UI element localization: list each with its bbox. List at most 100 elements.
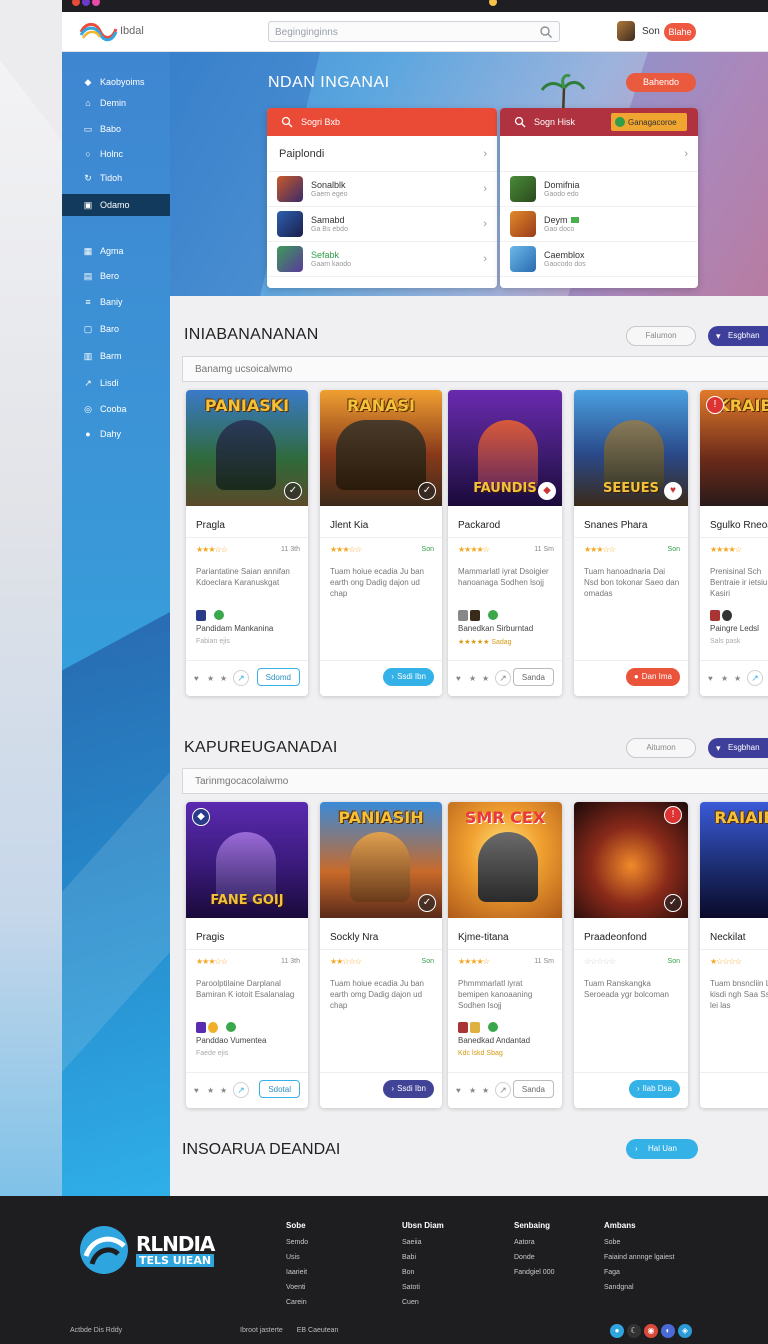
footer-link[interactable]: Aatora [514,1235,554,1250]
footer-link[interactable]: Fandgiel 000 [514,1265,554,1280]
sidebar-item-9[interactable]: ▢ Baro [62,318,170,340]
social-icon[interactable]: ◈ [678,1324,692,1338]
dropdown-row[interactable]: Caemblox Gaocodo dos [500,242,698,277]
like-icon[interactable]: ♥ [708,674,717,683]
sidebar-item-11[interactable]: ↗ Lisdi [62,372,170,394]
card-action-button[interactable]: Sanda [512,668,554,686]
like-icon[interactable]: ♥ [194,674,203,683]
star-icon[interactable]: ★ [220,674,229,683]
hero-button[interactable]: Bahendo [626,73,696,92]
sidebar-item-8[interactable]: ≡ Baniy [62,291,170,313]
section-filter-bar[interactable]: Banamg ucsoicalwmo [182,356,768,382]
share-icon[interactable]: ↗ [495,1082,511,1098]
game-card[interactable]: FANE GOIJ ◆ Pragis ★★★☆☆ 11 3th Paroolpt… [186,802,308,1108]
dropdown-row[interactable]: Domifnia Gaodo edo [500,172,698,207]
card-action-button[interactable]: Sdomd [256,668,300,686]
sidebar-item-0[interactable]: ◆ Kaobyoims [62,71,170,93]
star-icon[interactable]: ★ [721,674,730,683]
game-card[interactable]: SMR CEX Kjme-titana ★★★★☆ 11 Sm Phmmmarl… [448,802,562,1108]
footer-link[interactable]: Semdo [286,1235,308,1250]
footer-link[interactable]: Carein [286,1295,308,1310]
sidebar-item-10[interactable]: ▥ Barm [62,345,170,367]
like-icon[interactable]: ♥ [456,1086,465,1095]
card-action-button[interactable]: › Ilab Dsa [628,1080,680,1098]
section-filter-button[interactable]: Aitumon [626,738,696,758]
footer-link[interactable]: Usis [286,1250,308,1265]
footer-link[interactable]: Sandgnal [604,1280,674,1295]
footer-link[interactable]: Faga [604,1265,674,1280]
sidebar-item-12[interactable]: ◎ Cooba [62,398,170,420]
footer-link[interactable]: Voenti [286,1280,308,1295]
game-card[interactable]: RAIAIB Neckilat ★☆☆☆☆ Tuam bnsncliin Lol… [700,802,768,1108]
search-input[interactable] [269,23,519,42]
dropdown-row[interactable]: Samabd Ga Bs ebdo › [267,207,497,242]
section-view-button[interactable]: ▾ Esgbhan [708,738,768,758]
game-card[interactable]: PANIASIH ✓ Sockly Nra ★★☆☆☆ Son Tuam hoi… [320,802,442,1108]
footer-link[interactable]: Iaarieit [286,1265,308,1280]
moon-icon[interactable]: ☾ [627,1324,641,1338]
game-card[interactable]: FAUNDIS ◆ Packarod ★★★★☆ 11 Sm Mammarlat… [448,390,562,696]
game-card[interactable]: PANIASKI ✓ Pragla ★★★☆☆ 11 3th Pariantat… [186,390,308,696]
star-icon[interactable]: ★ [469,674,478,683]
star-icon[interactable]: ★ [482,1086,491,1095]
game-card[interactable]: ! ✓ Praadeonfond ☆☆☆☆☆ Son Tuam Ranskang… [574,802,688,1108]
share-icon[interactable]: ↗ [233,670,249,686]
sidebar-item-6[interactable]: ▦ Agma [62,240,170,262]
game-card[interactable]: KRAIB ! Sgulko Rneoa ★★★★☆ Prenisinal Sc… [700,390,768,696]
footer-link[interactable]: Bon [402,1265,444,1280]
app-logo-icon[interactable] [78,20,118,42]
star-icon[interactable]: ★ [207,674,216,683]
sidebar-item-5[interactable]: ▣ Odamo [62,194,170,216]
star-icon[interactable]: ★ [207,1086,216,1095]
dropdown-search[interactable]: Sogn Hisk Ganagacoroe [500,108,698,136]
sidebar-item-13[interactable]: ● Dahy [62,423,170,445]
footer-bottom-link[interactable]: Ibroot jasterte [240,1327,283,1334]
dropdown-search[interactable]: Sogri Bxb [267,108,497,136]
sidebar-item-1[interactable]: ⌂ Demin [62,92,170,114]
share-icon[interactable]: ↗ [747,670,763,686]
footer-link[interactable]: Satoti [402,1280,444,1295]
section-filter-bar[interactable]: Tarinmgocacolaiwmo [182,768,768,794]
sidebar-item-3[interactable]: ○ Holnc [62,143,170,165]
section-filter-button[interactable]: Falumon [626,326,696,346]
footer-bottom-link[interactable]: EB Caeutean [297,1327,339,1334]
like-icon[interactable]: ♥ [456,674,465,683]
card-action-button[interactable]: ● Dan Ima [625,668,680,686]
game-card[interactable]: SEEUES ♥ Snanes Phara ★★★☆☆ Son Tuam han… [574,390,688,696]
footer-link[interactable]: Saeiia [402,1235,444,1250]
footer-link[interactable]: Donde [514,1250,554,1265]
star-icon[interactable]: ★ [482,674,491,683]
social-icon[interactable]: ● [610,1324,624,1338]
star-icon[interactable]: ★ [220,1086,229,1095]
avatar[interactable] [617,21,635,41]
social-icon[interactable]: ◉ [644,1324,658,1338]
footer-link[interactable]: Babi [402,1250,444,1265]
search-box[interactable] [268,21,560,42]
dropdown-subheader[interactable]: Paiplondi › [267,136,497,172]
card-action-button[interactable]: › Ssdi Ibn [383,1080,434,1098]
footer-link[interactable]: Cuen [402,1295,444,1310]
footer-link[interactable]: Faiaind annnge lgaiest [604,1250,674,1265]
like-icon[interactable]: ♥ [194,1086,203,1095]
game-card[interactable]: RANASI ✓ Jlent Kia ★★★☆☆ Son Tuam hoiue … [320,390,442,696]
dropdown-row[interactable]: Deym Gao doco [500,207,698,242]
card-action-button[interactable]: › Ssdi Ibn [383,668,434,686]
share-icon[interactable]: ↗ [233,1082,249,1098]
dropdown-row[interactable]: Sonalblk Gaem egeo › [267,172,497,207]
star-icon[interactable]: ★ [469,1086,478,1095]
card-action-button[interactable]: Sanda [512,1080,554,1098]
signin-button[interactable]: Blahe [664,23,696,41]
search-icon[interactable] [539,25,553,39]
dropdown-subheader[interactable]: › [500,136,698,172]
user-name[interactable]: Son [642,26,660,37]
sidebar-item-4[interactable]: ↻ Tidoh [62,167,170,189]
share-icon[interactable]: ↗ [495,670,511,686]
footer-link[interactable]: Sobe [604,1235,674,1250]
view-all-button[interactable]: › Hal Uan [626,1139,698,1159]
card-action-button[interactable]: Sdotal [259,1080,300,1098]
dropdown-row[interactable]: Sefabk Gaam kaodo › [267,242,497,277]
section-view-button[interactable]: ▾ Esgbhan [708,326,768,346]
sidebar-item-7[interactable]: ▤ Bero [62,265,170,287]
star-icon[interactable]: ★ [734,674,743,683]
category-tag[interactable]: Ganagacoroe [611,113,688,131]
